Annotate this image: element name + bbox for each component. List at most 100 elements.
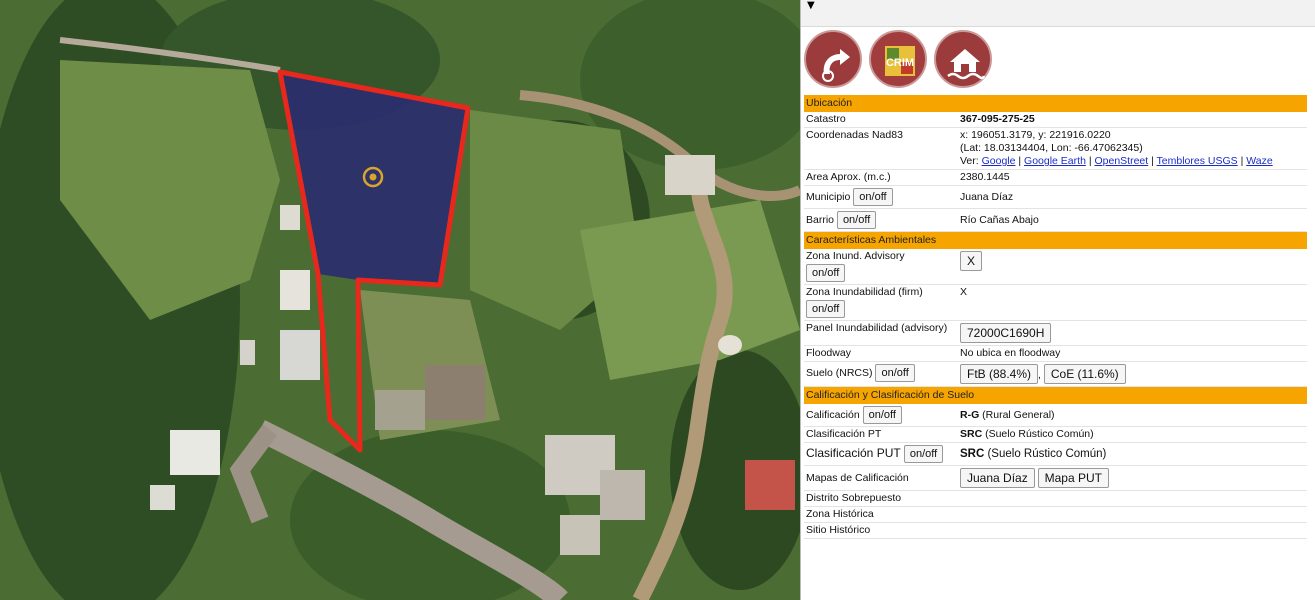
calificacion-desc: (Rural General)	[979, 408, 1055, 421]
separator: ,	[1038, 369, 1041, 381]
label: Municipio	[806, 191, 851, 203]
row-clasificacion-pt: Clasificación PT SRC (Suelo Rústico Comú…	[804, 426, 1307, 443]
redo-arrow-icon[interactable]	[804, 30, 862, 88]
clasif-put-code: SRC	[960, 447, 985, 460]
municipio-onoff-button[interactable]: on/off	[853, 188, 893, 206]
label: Barrio	[806, 214, 835, 226]
map-canvas[interactable]	[0, 0, 800, 600]
building	[280, 205, 300, 230]
label: Coordenadas Nad83	[804, 127, 958, 170]
satellite-map[interactable]	[0, 0, 800, 600]
clasif-put-desc: (Suelo Rústico Común)	[984, 447, 1107, 460]
row-floodway: Floodway No ubica en floodway	[804, 345, 1307, 362]
clasif-pt-code: SRC	[960, 428, 983, 440]
building	[150, 485, 175, 510]
sitio-historico-value	[958, 522, 1307, 539]
crim-logo-text: CRIM	[886, 57, 914, 69]
label: Sitio Histórico	[804, 522, 958, 539]
calificacion-onoff-button[interactable]: on/off	[862, 406, 902, 424]
section-title: Ubicación	[804, 95, 1307, 112]
row-barrio: Barrio on/off Río Cañas Abajo	[804, 208, 1307, 232]
row-zona-historica: Zona Histórica	[804, 506, 1307, 523]
parcel-info-panel: ▼ CRIM Ubicación Catastro 367-095-275-25…	[800, 0, 1315, 600]
ver-links: Ver: Google | Google Earth | OpenStreet …	[960, 155, 1273, 167]
label: Mapas de Calificación	[804, 465, 958, 491]
row-municipio: Municipio on/off Juana Díaz	[804, 185, 1307, 209]
area-value: 2380.1445	[958, 169, 1307, 186]
building-pad	[375, 390, 425, 430]
distrito-value	[958, 490, 1307, 507]
link-waze[interactable]: Waze	[1246, 155, 1272, 167]
row-distrito: Distrito Sobrepuesto	[804, 490, 1307, 507]
mapa-put-button[interactable]: Mapa PUT	[1037, 468, 1109, 488]
label: Zona Inund. Advisory	[806, 250, 905, 262]
row-calificacion: Calificación on/off R-G (Rural General)	[804, 404, 1307, 427]
section-ubicacion: Ubicación	[804, 95, 1307, 112]
link-temblores-usgs[interactable]: Temblores USGS	[1157, 155, 1238, 167]
crim-logo-icon[interactable]: CRIM	[869, 30, 927, 88]
section-title: Características Ambientales	[804, 231, 1307, 249]
suelo-ftb-button[interactable]: FtB (88.4%)	[960, 364, 1039, 384]
suelo-onoff-button[interactable]: on/off	[875, 364, 915, 382]
municipio-value: Juana Díaz	[958, 185, 1307, 209]
label: Calificación	[806, 409, 860, 421]
link-google-earth[interactable]: Google Earth	[1024, 155, 1086, 167]
building	[170, 430, 220, 475]
panel-inundabilidad-button[interactable]: 72000C1690H	[960, 323, 1052, 343]
ver-label: Ver:	[960, 155, 979, 167]
label: Suelo (NRCS)	[806, 367, 873, 379]
row-sitio-historico: Sitio Histórico	[804, 522, 1307, 539]
label: Area Aprox. (m.c.)	[804, 169, 958, 186]
label: Clasificación PT	[804, 426, 958, 443]
floodway-value: No ubica en floodway	[958, 345, 1307, 362]
row-suelo: Suelo (NRCS) on/off FtB (88.4%), CoE (11…	[804, 361, 1307, 387]
label: Panel Inundabilidad (advisory)	[804, 320, 958, 346]
row-zona-advisory: Zona Inund. Advisory on/off X	[804, 249, 1307, 285]
building	[665, 155, 715, 195]
row-mapas: Mapas de Calificación Juana Díaz Mapa PU…	[804, 465, 1307, 491]
label: Zona Histórica	[804, 506, 958, 523]
row-panel-inundabilidad: Panel Inundabilidad (advisory) 72000C169…	[804, 320, 1307, 346]
link-openstreet[interactable]: OpenStreet	[1094, 155, 1148, 167]
clasif-put-onoff-button[interactable]: on/off	[903, 445, 944, 463]
zona-firm-onoff-button[interactable]: on/off	[806, 300, 846, 318]
section-caracteristicas: Características Ambientales	[804, 231, 1307, 249]
mapa-juana-diaz-button[interactable]: Juana Díaz	[960, 468, 1035, 488]
barrio-onoff-button[interactable]: on/off	[836, 211, 877, 229]
calificacion-code: R-G	[960, 408, 980, 421]
parcel-info-table: Ubicación Catastro 367-095-275-25 Coorde…	[804, 95, 1307, 539]
barrio-value: Río Cañas Abajo	[958, 208, 1307, 232]
catastro-value: 367-095-275-25	[960, 113, 1035, 125]
label: Clasificación PUT	[806, 446, 901, 460]
label: Zona Inundabilidad (firm)	[806, 286, 923, 298]
label: Distrito Sobrepuesto	[804, 490, 958, 507]
row-zona-firm: Zona Inundabilidad (firm) on/off X	[804, 284, 1307, 321]
building	[240, 340, 255, 365]
building	[600, 470, 645, 520]
section-title: Calificación y Clasificación de Suelo	[804, 386, 1307, 404]
clasif-pt-desc: (Suelo Rústico Común)	[982, 428, 1094, 440]
section-calificacion: Calificación y Clasificación de Suelo	[804, 386, 1307, 404]
clearing	[718, 335, 742, 355]
building-red-roof	[745, 460, 795, 510]
link-google[interactable]: Google	[982, 155, 1016, 167]
caret-down-icon[interactable]: ▼	[807, 0, 815, 11]
row-coordenadas: Coordenadas Nad83 x: 196051.3179, y: 221…	[804, 127, 1307, 170]
building	[425, 365, 485, 420]
suelo-coe-button[interactable]: CoE (11.6%)	[1043, 364, 1126, 384]
coords-latlon: (Lat: 18.03134404, Lon: -66.47062345)	[960, 142, 1143, 154]
label: Floodway	[804, 345, 958, 362]
building	[280, 270, 310, 310]
panel-dropdown[interactable]: ▼	[801, 0, 1315, 27]
zona-advisory-button[interactable]: X	[960, 251, 983, 271]
row-catastro: Catastro 367-095-275-25	[804, 112, 1307, 128]
zona-advisory-onoff-button[interactable]: on/off	[806, 264, 846, 282]
building	[560, 515, 600, 555]
row-clasificacion-put: Clasificación PUT on/off SRC (Suelo Rúst…	[804, 442, 1307, 466]
zona-historica-value	[958, 506, 1307, 523]
coords-xy: x: 196051.3179, y: 221916.0220	[960, 129, 1111, 141]
label: Catastro	[804, 112, 958, 128]
zona-firm-value: X	[958, 284, 1307, 321]
building	[280, 330, 320, 380]
house-flood-icon[interactable]	[934, 30, 992, 88]
